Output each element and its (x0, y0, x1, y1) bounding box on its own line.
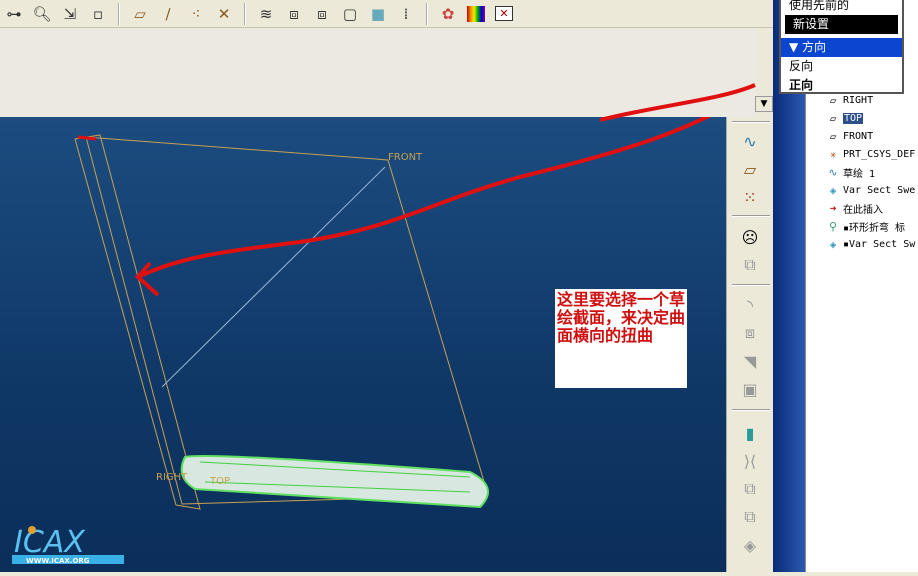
extrude-icon[interactable]: ⧉ (735, 253, 765, 277)
collapse-icon: ▼ (789, 40, 803, 54)
menu-item-new-setting[interactable]: 新设置 (785, 15, 898, 34)
datum-plane-icon[interactable]: ▱ (735, 157, 765, 181)
bucket-icon[interactable]: ▮ (735, 421, 765, 445)
hidden-line-icon[interactable]: ⧈ (310, 2, 334, 26)
icax-logo: ICAX WWW.ICAX.ORG (8, 522, 128, 568)
top-label: TOP (209, 476, 230, 487)
annotation-mark (77, 135, 97, 141)
front-plane (85, 136, 489, 505)
main-toolbar: ⊶ 🔍︎ ⇲ ▫ ▱ ∕ ⁖ ✕ ≋ ⧈ ⧈ ▢ ■ ⁞ ✿ ✕ (0, 0, 775, 28)
sketch-tool-icon[interactable]: ∿ (735, 129, 765, 153)
reorient-icon[interactable]: ⇲ (58, 2, 82, 26)
csys-display-icon[interactable]: ✕ (212, 2, 236, 26)
point-display-icon[interactable]: ⁖ (184, 2, 208, 26)
round-icon[interactable]: ◝ (735, 293, 765, 317)
insert-here-icon: ➜ (829, 201, 837, 215)
menu-item-forward[interactable]: 正向 (781, 76, 902, 95)
chamfer-icon[interactable]: ◥ (735, 349, 765, 373)
annotation-note: 这里要选择一个草绘截面，来决定曲面横向的扭曲 (555, 289, 687, 388)
tree-item-insert-here[interactable]: ➜ 在此插入 (826, 199, 883, 217)
tree-item-sweep-2[interactable]: ◈ ▪Var Sect Sw (826, 235, 916, 253)
separator (118, 2, 120, 25)
appearance-icon[interactable]: ✿ (436, 2, 460, 26)
shell-icon[interactable]: ▣ (735, 377, 765, 401)
direction-menu: 使用先前的 新设置 ▼ 方向 反向 正向 (779, 0, 904, 94)
no-hidden-icon[interactable]: ▢ (338, 2, 362, 26)
sweep-icon: ◈ (829, 183, 837, 197)
datum-csys-icon[interactable]: ⊶ (2, 2, 26, 26)
sweep-icon: ◈ (829, 237, 837, 251)
svg-text:ICAX: ICAX (14, 525, 86, 560)
intersect-icon[interactable]: ⧉ (735, 505, 765, 529)
sketch-line (161, 166, 386, 388)
merge-icon[interactable]: ⧉ (735, 477, 765, 501)
zoom-icon[interactable]: 🔍︎ (30, 2, 54, 26)
menu-item-reverse[interactable]: 反向 (781, 57, 902, 76)
close-window-icon[interactable]: ✕ (492, 2, 516, 26)
tree-item-sweep[interactable]: ◈ Var Sect Swe (826, 181, 916, 199)
menu-item-use-previous[interactable]: 使用先前的 (781, 0, 902, 15)
view-manager-icon[interactable]: ▫ (86, 2, 110, 26)
menu-section-direction[interactable]: ▼ 方向 (781, 38, 902, 57)
tree-item-top[interactable]: ▱ TOP (826, 109, 864, 127)
wireframe-icon[interactable]: ⧈ (282, 2, 306, 26)
sweep-tool-icon[interactable]: ◈ (735, 533, 765, 557)
plane-icon: ▱ (829, 111, 837, 125)
tree-item-sketch[interactable]: ∿ 草绘 1 (826, 163, 875, 181)
color-icon[interactable] (464, 2, 488, 26)
plane-icon: ▱ (829, 129, 837, 143)
toroidal-bend-icon: ⚲ (828, 219, 838, 233)
draft-icon[interactable]: ⧈ (735, 321, 765, 345)
tree-item-front[interactable]: ▱ FRONT (826, 127, 873, 145)
model-tree-icon[interactable]: ⁞ (394, 2, 418, 26)
plane-display-icon[interactable]: ▱ (128, 2, 152, 26)
separator (244, 2, 246, 25)
csys-icon: ✳ (829, 147, 837, 161)
tree-item-csys[interactable]: ✳ PRT_CSYS_DEF (826, 145, 916, 163)
right-plane (74, 134, 201, 510)
layers-icon[interactable]: ≋ (254, 2, 278, 26)
feature-toolbar: ∿ ▱ ⁙ ☹ ⧉ ◝ ⧈ ◥ ▣ ▮ ⟩⟨ ⧉ ⧉ ◈ (726, 117, 773, 572)
mirror-icon[interactable]: ⟩⟨ (735, 449, 765, 473)
shading-icon[interactable]: ■ (366, 2, 390, 26)
sketch-icon: ∿ (828, 165, 838, 179)
plane-icon: ▱ (829, 93, 837, 107)
front-label: FRONT (388, 152, 423, 163)
tree-item-toroidal-bend[interactable]: ⚲ ▪环形折弯 标 (826, 217, 905, 235)
axis-display-icon[interactable]: ∕ (156, 2, 180, 26)
datum-point-icon[interactable]: ⁙ (735, 185, 765, 209)
right-label: RIGHT (156, 472, 188, 483)
sad-face-icon[interactable]: ☹ (735, 225, 765, 249)
svg-text:WWW.ICAX.ORG: WWW.ICAX.ORG (26, 557, 90, 565)
separator (426, 2, 428, 25)
